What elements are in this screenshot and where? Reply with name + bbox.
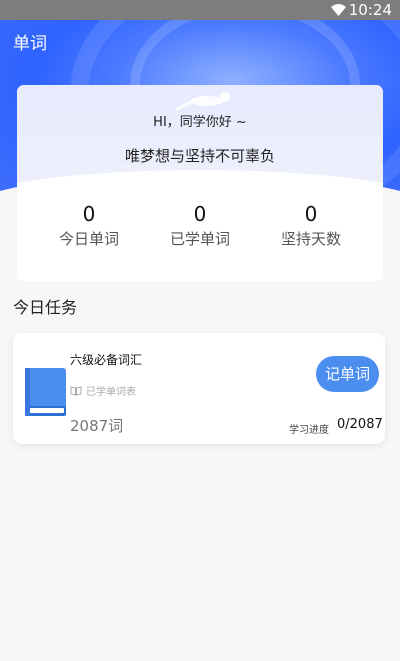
open-book-icon [70,385,82,396]
learned-words-link-label: 已学单词表 [86,387,136,398]
learned-words-link[interactable]: 已学单词表 [70,383,136,398]
greeting-text: HI，同学你好 ~ [153,115,247,130]
word-count: 2087词 [70,417,124,435]
status-bar: 10:24 [0,0,400,20]
progress-value: 0/2087 [337,417,383,432]
status-time: 10:24 [348,1,392,19]
motto-text: 唯梦想与坚持不可辜负 [124,147,275,165]
astronaut-illustration [175,92,230,111]
stat-value: 0 [82,202,96,226]
summary-card: HI，同学你好 ~ 唯梦想与坚持不可辜负 0 今日单词 0 已学单词 0 坚持天… [17,85,383,281]
stat-label: 今日单词 [58,230,119,248]
book-icon [25,368,66,416]
wordbook-title: 六级必备词汇 [70,353,143,367]
progress-label: 学习进度 [289,425,329,436]
stat-today-words: 0 今日单词 [34,201,144,250]
stat-label: 坚持天数 [280,230,341,248]
memorize-words-button[interactable]: 记单词 [316,356,379,392]
stat-value: 0 [304,202,318,226]
page-title: 单词 [13,34,47,54]
wordbook-card[interactable]: 六级必备词汇 已学单词表 2087词 记单词 学习进度 0/2087 [13,333,385,444]
stat-learned-words: 0 已学单词 [145,201,255,250]
wifi-icon [331,4,346,16]
stat-value: 0 [193,202,207,226]
stat-streak-days: 0 坚持天数 [256,201,366,250]
stat-label: 已学单词 [169,230,230,248]
section-title-today-tasks: 今日任务 [13,298,78,317]
